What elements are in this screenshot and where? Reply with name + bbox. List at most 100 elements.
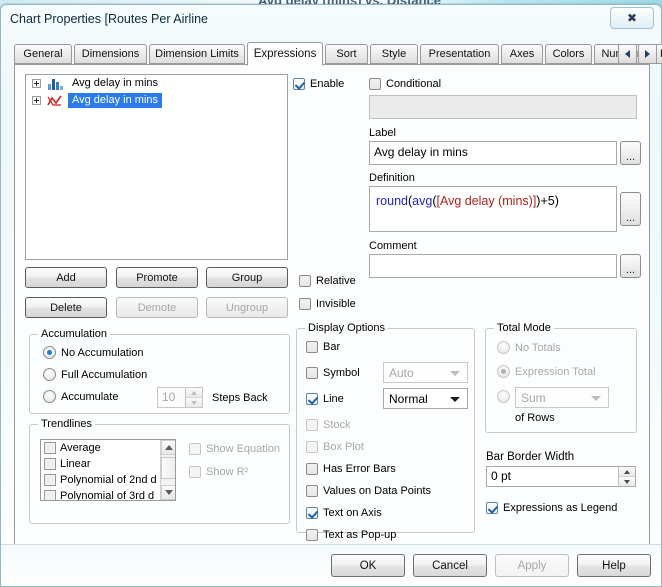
expand-icon[interactable] <box>32 96 41 105</box>
checkbox-icon <box>293 78 305 90</box>
checkbox-icon <box>189 443 201 455</box>
caret-down-icon <box>164 490 173 495</box>
tab-sort[interactable]: Sort <box>325 44 368 64</box>
radio-expression-total: Expression Total <box>497 365 596 378</box>
scroll-up-button[interactable] <box>161 440 175 455</box>
accumulation-legend: Accumulation <box>38 328 111 340</box>
scroll-down-button[interactable] <box>161 485 175 500</box>
help-button[interactable]: Help <box>577 554 651 577</box>
trendlines-list[interactable]: Average Linear Polynomial of 2nd d Polyn… <box>40 439 176 501</box>
stepper-up-button[interactable] <box>619 467 635 477</box>
expression-list-item[interactable]: Avg delay in mins <box>26 75 287 92</box>
ok-button[interactable]: OK <box>331 554 405 577</box>
close-button[interactable]: ✖ <box>610 7 654 29</box>
trendline-label: Polynomial of 3rd d <box>60 490 155 501</box>
chevron-right-icon <box>645 50 650 58</box>
trendline-item[interactable]: Polynomial of 3rd d <box>41 488 175 501</box>
checkbox-label: Show R² <box>206 466 249 478</box>
steps-back-stepper[interactable]: 10 <box>157 387 203 408</box>
trendline-item[interactable]: Average <box>41 440 175 456</box>
checkbox-bar[interactable]: Bar <box>306 341 340 353</box>
checkbox-conditional[interactable]: Conditional <box>369 78 441 90</box>
comment-input[interactable] <box>369 254 617 278</box>
tab-general[interactable]: General <box>14 44 72 64</box>
checkbox-icon <box>306 529 318 541</box>
promote-button[interactable]: Promote <box>116 267 198 288</box>
stepper-down-button[interactable] <box>619 477 635 486</box>
chart-properties-dialog: Chart Properties [Routes Per Airline ✖ G… <box>0 4 662 587</box>
comment-browse-button[interactable]: ... <box>620 254 641 278</box>
radio-label: Accumulate <box>61 390 119 403</box>
checkbox-expressions-as-legend[interactable]: Expressions as Legend <box>486 502 617 514</box>
tab-scroll-right-button[interactable] <box>638 44 657 64</box>
checkbox-box-plot: Box Plot <box>306 441 364 453</box>
checkbox-label: Conditional <box>386 78 442 90</box>
radio-no-accumulation[interactable]: No Accumulation <box>43 346 144 359</box>
tab-colors[interactable]: Colors <box>545 44 592 64</box>
checkbox-label: Has Error Bars <box>323 463 396 475</box>
line-chart-icon-svg <box>47 95 62 106</box>
total-mode-group: Total Mode No Totals Expression Total Su… <box>485 322 637 433</box>
checkbox-invisible[interactable]: Invisible <box>299 298 356 310</box>
demote-button: Demote <box>116 297 198 318</box>
label-browse-button[interactable]: ... <box>620 141 641 165</box>
tab-axes[interactable]: Axes <box>501 44 543 64</box>
definition-token-tail: )+5) <box>536 194 559 208</box>
checkbox-line[interactable]: Line <box>306 393 344 405</box>
checkbox-symbol[interactable]: Symbol <box>306 367 360 379</box>
trendline-label: Polynomial of 2nd d <box>60 474 157 486</box>
trendline-item[interactable]: Polynomial of 2nd d <box>41 472 175 488</box>
tab-style[interactable]: Style <box>370 44 418 64</box>
checkbox-relative[interactable]: Relative <box>299 275 356 287</box>
checkbox-icon[interactable] <box>44 458 56 470</box>
checkbox-icon <box>306 393 318 405</box>
delete-button[interactable]: Delete <box>25 297 107 318</box>
apply-button: Apply <box>495 554 569 577</box>
stepper-buttons[interactable] <box>618 467 635 486</box>
conditional-input[interactable] <box>369 95 637 119</box>
radio-icon <box>43 390 56 403</box>
tab-expressions[interactable]: Expressions <box>247 42 323 66</box>
scrollbar-thumb[interactable] <box>161 457 175 479</box>
radio-accumulate[interactable]: Accumulate <box>43 390 118 403</box>
checkbox-icon <box>299 298 311 310</box>
tab-dimension-limits[interactable]: Dimension Limits <box>149 44 245 64</box>
definition-input[interactable]: round(avg([Avg delay (mins)])+5) <box>369 186 617 232</box>
stepper-buttons[interactable] <box>185 388 202 407</box>
tab-scroll-left-button[interactable] <box>618 44 637 64</box>
checkbox-label: Expressions as Legend <box>503 502 618 514</box>
checkbox-text-as-popup[interactable]: Text as Pop-up <box>306 529 396 541</box>
trendlines-scrollbar[interactable] <box>160 440 175 500</box>
group-button[interactable]: Group <box>206 267 288 288</box>
symbol-select[interactable]: Auto <box>383 362 468 383</box>
tab-dimensions[interactable]: Dimensions <box>74 44 147 64</box>
symbol-select-value: Auto <box>389 365 414 380</box>
trendline-item[interactable]: Linear <box>41 456 175 472</box>
radio-label: No Totals <box>515 341 561 354</box>
checkbox-icon[interactable] <box>44 474 56 486</box>
line-style-select[interactable]: Normal <box>383 388 468 409</box>
checkbox-icon <box>306 507 318 519</box>
close-icon: ✖ <box>626 11 638 25</box>
radio-icon <box>497 341 510 354</box>
add-button[interactable]: Add <box>25 267 107 288</box>
accumulation-group: Accumulation No Accumulation Full Accumu… <box>29 328 290 414</box>
tab-presentation[interactable]: Presentation <box>420 44 499 64</box>
trendline-label: Linear <box>60 458 91 470</box>
radio-full-accumulation[interactable]: Full Accumulation <box>43 368 147 381</box>
bar-border-width-stepper[interactable]: 0 pt <box>486 466 636 487</box>
checkbox-icon[interactable] <box>44 490 56 500</box>
checkbox-icon[interactable] <box>44 442 56 454</box>
checkbox-values-on-data-points[interactable]: Values on Data Points <box>306 485 431 497</box>
stepper-down-button[interactable] <box>186 398 202 407</box>
stepper-up-button[interactable] <box>186 388 202 398</box>
expression-list-item[interactable]: Avg delay in mins <box>26 92 287 109</box>
expand-icon[interactable] <box>32 79 41 88</box>
label-input[interactable]: Avg delay in mins <box>369 141 617 165</box>
cancel-button[interactable]: Cancel <box>413 554 487 577</box>
expression-list[interactable]: Avg delay in mins Avg delay in mins <box>25 74 288 260</box>
checkbox-has-error-bars[interactable]: Has Error Bars <box>306 463 396 475</box>
checkbox-enable[interactable]: Enable <box>293 78 344 90</box>
checkbox-text-on-axis[interactable]: Text on Axis <box>306 507 382 519</box>
definition-browse-button[interactable]: ... <box>620 192 641 226</box>
